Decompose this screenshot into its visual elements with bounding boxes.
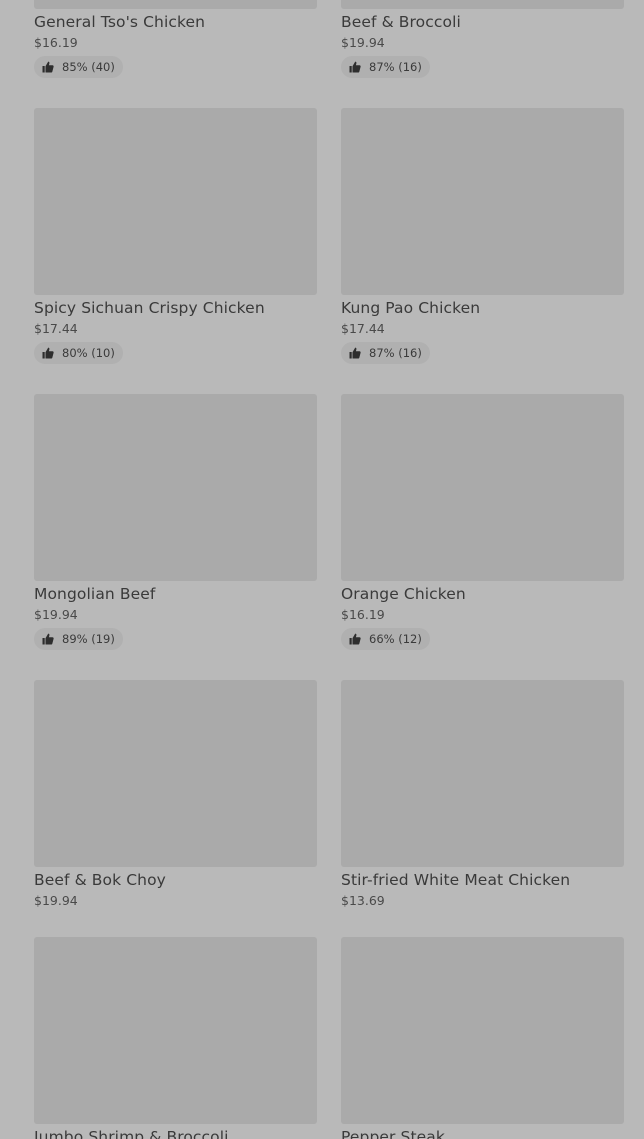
item-price: $17.44 [341, 321, 385, 336]
rating-text: 89% (19) [62, 632, 115, 646]
item-price: $19.94 [34, 607, 78, 622]
item-image [341, 937, 624, 1124]
item-name: General Tso's Chicken [34, 13, 206, 31]
thumbs-up-icon [42, 61, 54, 73]
item-name: Spicy Sichuan Crispy Chicken [34, 299, 265, 317]
rating-text: 80% (10) [62, 346, 115, 360]
item-name: Beef & Broccoli [341, 13, 461, 31]
rating-text: 87% (16) [369, 60, 422, 74]
menu-item-card[interactable]: Spicy Sichuan Crispy Chicken $17.44 80% … [34, 108, 317, 394]
thumbs-up-icon [42, 347, 54, 359]
item-price: $19.94 [34, 893, 78, 908]
item-image [341, 394, 624, 581]
item-price: $16.19 [341, 607, 385, 622]
rating-text: 87% (16) [369, 346, 422, 360]
menu-item-card[interactable]: Jumbo Shrimp & Broccoli [34, 937, 317, 1139]
menu-grid: General Tso's Chicken $16.19 85% (40) Be… [34, 0, 624, 1139]
menu-item-card[interactable]: Stir-fried White Meat Chicken $13.69 [341, 680, 624, 937]
item-image [34, 0, 317, 9]
item-image [341, 680, 624, 867]
rating-text: 66% (12) [369, 632, 422, 646]
item-name: Orange Chicken [341, 585, 466, 603]
item-name: Jumbo Shrimp & Broccoli [34, 1128, 229, 1139]
item-image [341, 0, 624, 9]
item-name: Kung Pao Chicken [341, 299, 481, 317]
item-price: $19.94 [341, 35, 385, 50]
rating-badge: 87% (16) [341, 56, 430, 78]
menu-viewport[interactable]: General Tso's Chicken $16.19 85% (40) Be… [0, 0, 644, 1139]
item-name: Pepper Steak [341, 1128, 445, 1139]
item-image [34, 394, 317, 581]
thumbs-up-icon [349, 61, 361, 73]
item-image [34, 680, 317, 867]
menu-item-card[interactable]: Beef & Broccoli $19.94 87% (16) [341, 0, 624, 108]
thumbs-up-icon [349, 347, 361, 359]
item-name: Beef & Bok Choy [34, 871, 166, 889]
item-price: $17.44 [34, 321, 78, 336]
rating-badge: 66% (12) [341, 628, 430, 650]
thumbs-up-icon [349, 633, 361, 645]
item-image [34, 937, 317, 1124]
menu-item-card[interactable]: Beef & Bok Choy $19.94 [34, 680, 317, 937]
menu-item-card[interactable]: Mongolian Beef $19.94 89% (19) [34, 394, 317, 680]
menu-item-card[interactable]: Kung Pao Chicken $17.44 87% (16) [341, 108, 624, 394]
item-name: Mongolian Beef [34, 585, 156, 603]
menu-item-card[interactable]: General Tso's Chicken $16.19 85% (40) [34, 0, 317, 108]
rating-badge: 80% (10) [34, 342, 123, 364]
menu-item-card[interactable]: Pepper Steak [341, 937, 624, 1139]
item-price: $13.69 [341, 893, 385, 908]
thumbs-up-icon [42, 633, 54, 645]
menu-item-card[interactable]: Orange Chicken $16.19 66% (12) [341, 394, 624, 680]
item-name: Stir-fried White Meat Chicken [341, 871, 571, 889]
rating-badge: 89% (19) [34, 628, 123, 650]
rating-text: 85% (40) [62, 60, 115, 74]
rating-badge: 85% (40) [34, 56, 123, 78]
item-price: $16.19 [34, 35, 78, 50]
rating-badge: 87% (16) [341, 342, 430, 364]
item-image [341, 108, 624, 295]
item-image [34, 108, 317, 295]
